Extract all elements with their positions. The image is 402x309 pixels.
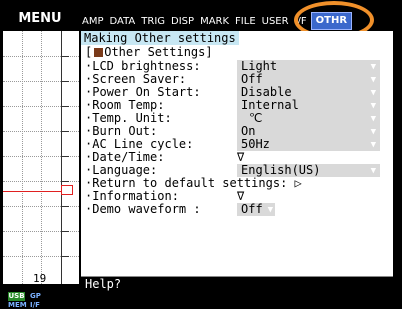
settings-tab-bar: AMP DATA TRIG DISP MARK FILE USER I/F OT… xyxy=(80,10,354,30)
axis-tick xyxy=(61,131,69,132)
grid-line xyxy=(41,31,42,284)
tab-disp[interactable]: DISP xyxy=(169,14,196,30)
dropdown-arrow-icon: ▼ xyxy=(370,166,376,176)
tab-amp[interactable]: AMP xyxy=(80,14,106,30)
device-screen: MENU AMP DATA TRIG DISP MARK FILE USER I… xyxy=(0,0,402,309)
axis-tick xyxy=(61,106,69,107)
interface-badge: I/F xyxy=(30,301,40,309)
tab-data[interactable]: DATA xyxy=(108,14,138,30)
settings-panel: Making Other settings [Other Settings] ·… xyxy=(81,31,393,276)
axis-line xyxy=(61,31,62,284)
status-area: USB MEM GP I/F xyxy=(8,290,68,309)
channel-marker[interactable] xyxy=(61,185,73,195)
axis-tick xyxy=(61,56,69,57)
axis-tick xyxy=(61,206,69,207)
axis-tick xyxy=(61,256,69,257)
execute-icon[interactable]: ▷ xyxy=(295,176,302,190)
usb-badge: USB xyxy=(8,292,25,301)
tab-othr[interactable]: OTHR xyxy=(310,12,353,30)
axis-tick xyxy=(61,181,69,182)
channel-badge: GP xyxy=(30,292,41,300)
grid-line xyxy=(22,31,23,284)
dropdown-arrow-icon: ▼ xyxy=(370,140,376,150)
setting-label: ·Demo waveform : xyxy=(85,202,201,216)
setting-value-dropdown[interactable]: ℃ ▼ xyxy=(237,112,380,125)
section-header: [Other Settings] xyxy=(85,45,213,59)
axis-tick xyxy=(61,156,69,157)
section-icon xyxy=(94,48,104,57)
scale-number: 19 xyxy=(33,272,47,285)
tab-trig[interactable]: TRIG xyxy=(139,14,167,30)
waveform-trace xyxy=(3,191,62,192)
axis-tick xyxy=(61,81,69,82)
tab-interface[interactable]: I/F xyxy=(293,14,309,30)
menu-button[interactable]: MENU xyxy=(0,8,80,30)
tab-mark[interactable]: MARK xyxy=(198,14,231,30)
setting-value-dropdown[interactable]: 50Hz ▼ xyxy=(237,138,380,151)
setting-value-dropdown[interactable]: Off ▼ xyxy=(237,203,275,216)
tab-user[interactable]: USER xyxy=(260,14,291,30)
panel-title: Making Other settings xyxy=(81,31,239,45)
section-header-label: Other Settings xyxy=(104,45,206,59)
mem-badge: MEM xyxy=(8,301,27,309)
dropdown-arrow-icon: ▼ xyxy=(267,205,273,215)
waveform-display: 19 xyxy=(3,31,79,285)
tab-file[interactable]: FILE xyxy=(233,14,258,30)
axis-tick xyxy=(61,231,69,232)
help-bar: Help? xyxy=(81,276,393,309)
